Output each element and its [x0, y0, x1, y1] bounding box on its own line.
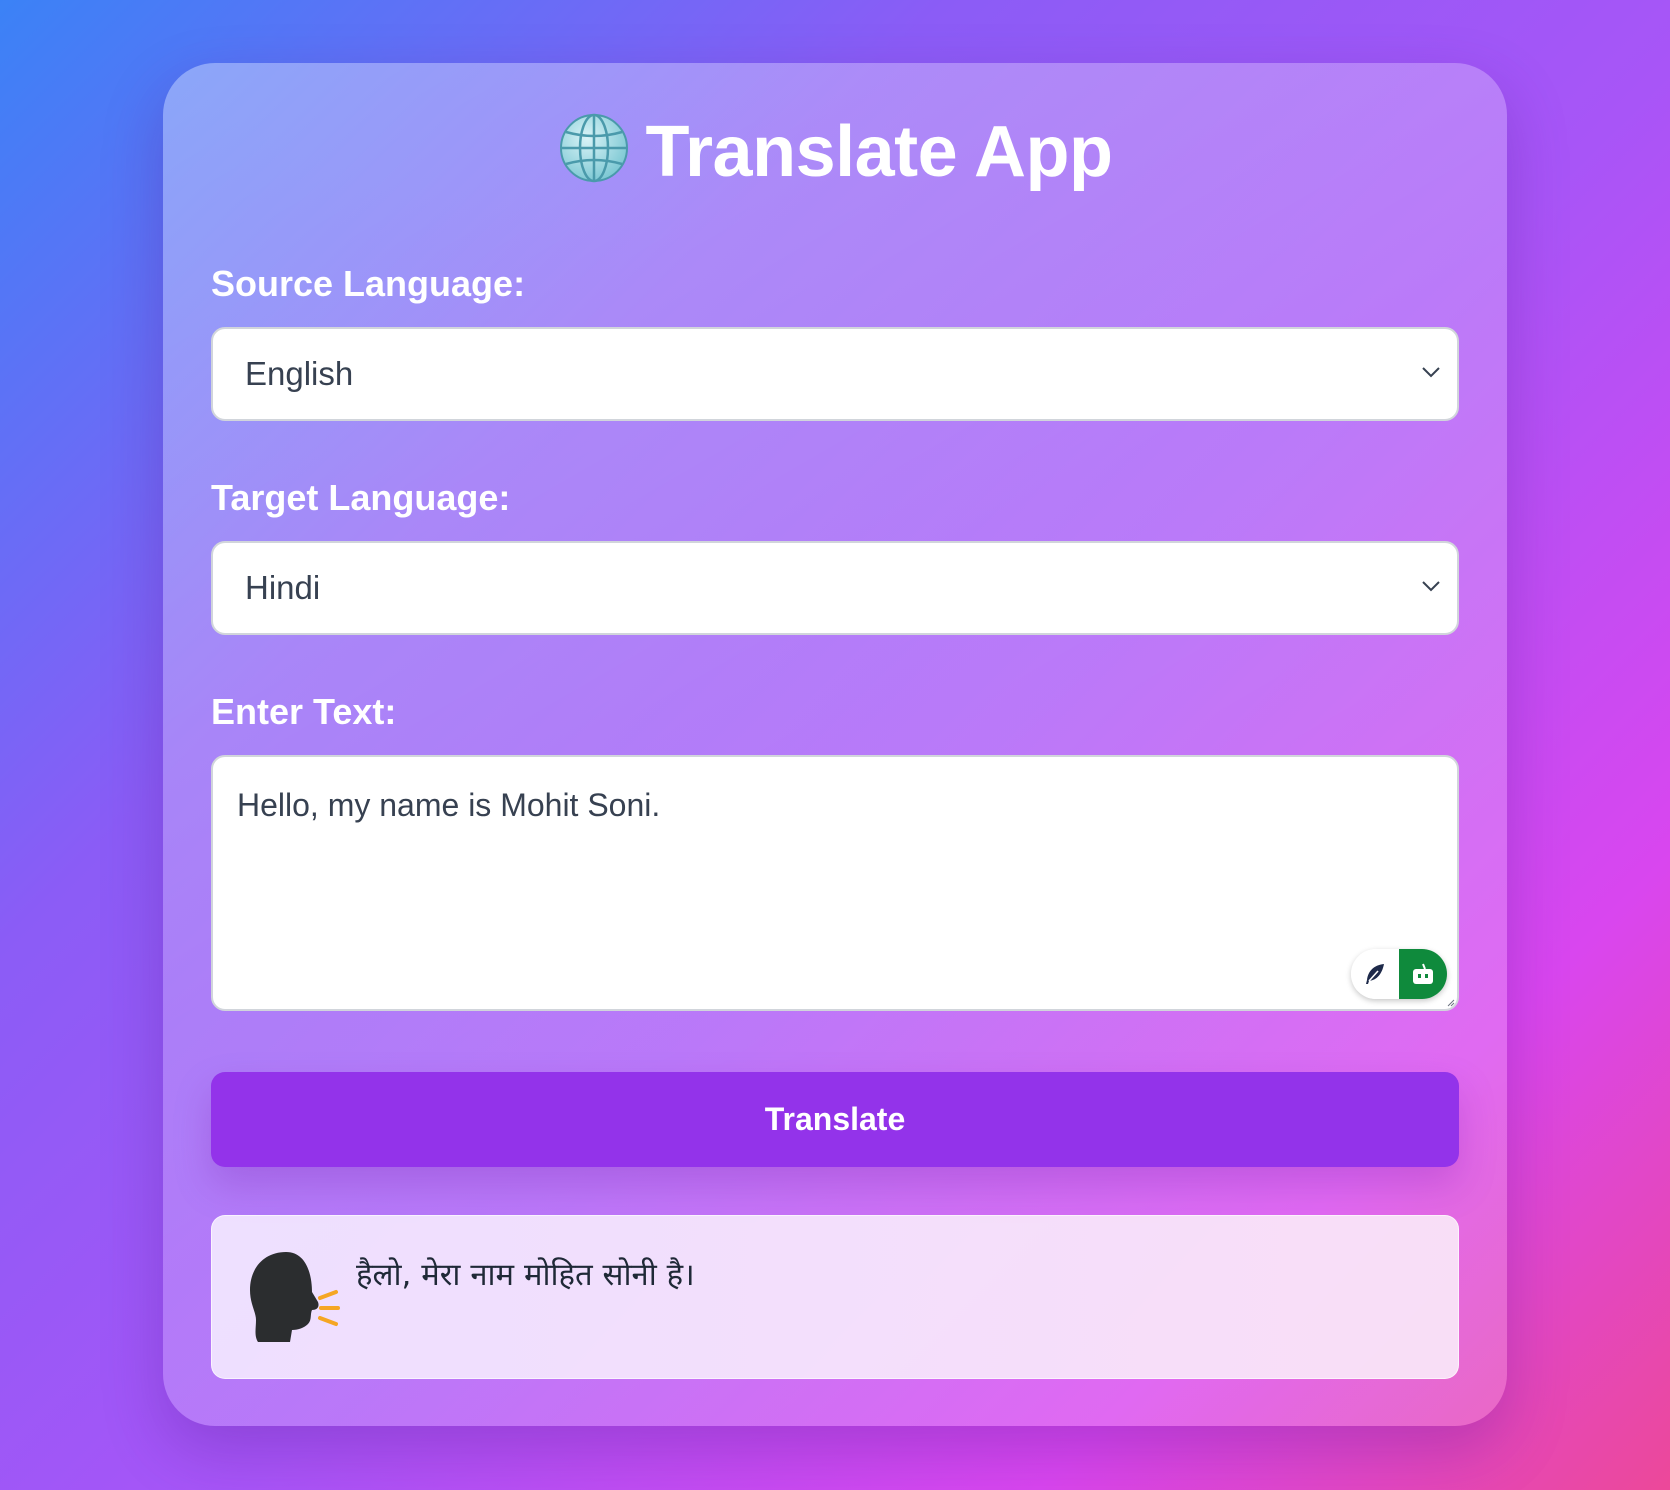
target-language-label: Target Language:	[211, 477, 511, 518]
resize-handle-icon[interactable]	[1447, 999, 1455, 1007]
speaking-head-icon	[250, 1252, 340, 1342]
translate-button[interactable]: Translate	[211, 1072, 1459, 1167]
chevron-down-icon	[1422, 367, 1440, 378]
robot-icon	[1413, 963, 1433, 984]
source-language-select[interactable]: English	[211, 327, 1459, 421]
target-language-select[interactable]: Hindi	[211, 541, 1459, 635]
translation-result: हैलो, मेरा नाम मोहित सोनी है।	[211, 1215, 1459, 1379]
chevron-down-icon	[1422, 581, 1440, 592]
source-language-label: Source Language:	[211, 263, 526, 304]
text-input-value: Hello, my name is Mohit Soni.	[237, 787, 661, 823]
app-title-text: Translate App	[645, 112, 1113, 192]
extension-feather-button[interactable]	[1351, 949, 1399, 999]
target-language-value: Hindi	[245, 569, 321, 606]
enter-text-label: Enter Text:	[211, 691, 397, 732]
source-language-value: English	[245, 355, 354, 392]
text-input[interactable]: Hello, my name is Mohit Soni.	[211, 755, 1459, 1011]
page-title: Translate App	[0, 110, 1670, 194]
globe-icon	[559, 113, 628, 183]
extension-robot-button[interactable]	[1399, 949, 1447, 999]
extension-widget[interactable]	[1351, 949, 1447, 999]
feather-icon	[1366, 964, 1384, 984]
translated-text: हैलो, मेरा नाम मोहित सोनी है।	[356, 1257, 695, 1293]
